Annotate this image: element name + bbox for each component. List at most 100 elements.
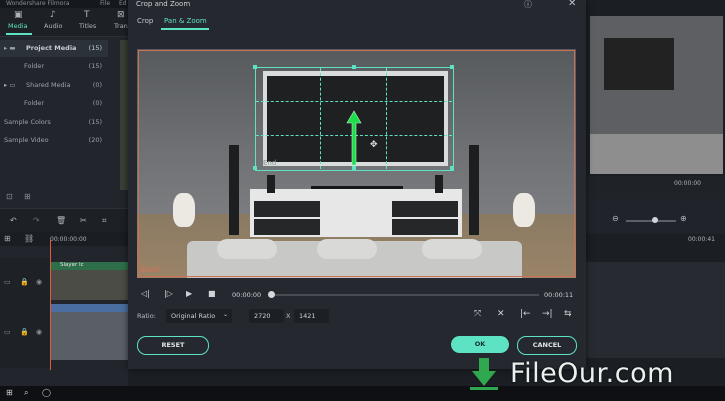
- start-icon[interactable]: ⊞: [6, 388, 13, 397]
- play-frame-icon[interactable]: |▷: [164, 289, 173, 298]
- menu-edit[interactable]: Ed: [119, 0, 127, 7]
- active-tab-indicator: [6, 33, 32, 35]
- library-item-count: (15): [88, 62, 102, 70]
- zoom-out-icon[interactable]: ⊖: [612, 214, 619, 223]
- grid-line: [320, 68, 321, 169]
- step-back-icon[interactable]: ◁|: [141, 289, 150, 298]
- zoom-slider-knob[interactable]: [652, 217, 658, 223]
- timeline-clip-2[interactable]: [50, 304, 128, 360]
- text-icon[interactable]: T: [84, 10, 90, 20]
- redo-icon[interactable]: ↷: [33, 216, 40, 225]
- active-tab-indicator: [161, 28, 209, 30]
- timeline-toolbar: ↶ ↷ 🗑 ✂ ⌗: [0, 208, 128, 233]
- width-field[interactable]: 2720: [249, 309, 284, 323]
- playhead[interactable]: [50, 240, 51, 370]
- resize-handle[interactable]: [450, 166, 454, 170]
- library-item-folder-2[interactable]: Folder (0): [0, 95, 108, 112]
- dialog-tabs: Crop Pan & Zoom: [128, 14, 586, 30]
- zoom-in-icon[interactable]: ⊕: [680, 214, 687, 223]
- play-icon[interactable]: ▶: [186, 289, 192, 298]
- ratio-value: Original Ratio: [171, 312, 216, 320]
- import-folder-icon[interactable]: ⊞: [24, 192, 31, 201]
- grid-line: [386, 68, 387, 169]
- media-thumbnail[interactable]: [120, 40, 128, 190]
- resize-handle[interactable]: [253, 65, 257, 69]
- lock-icon[interactable]: 🔒: [20, 278, 29, 286]
- crop-icon[interactable]: ⌗: [102, 216, 107, 226]
- task-view-icon[interactable]: ◯: [42, 388, 51, 397]
- playback-scrubber[interactable]: [269, 294, 539, 296]
- timecode-start: 00:00:00:00: [50, 236, 87, 243]
- media-icon[interactable]: ▣: [14, 10, 23, 20]
- end-time: 00:00:11: [544, 291, 574, 299]
- undo-icon[interactable]: ↶: [10, 216, 17, 225]
- video-track-icon[interactable]: ▭: [4, 278, 11, 286]
- transition-icon[interactable]: ⊠: [117, 10, 125, 20]
- align-start-icon[interactable]: |←: [520, 309, 531, 319]
- library-item-count: (0): [92, 99, 102, 107]
- close-icon[interactable]: ✕: [568, 0, 578, 10]
- tab-audio[interactable]: Audio: [44, 22, 62, 30]
- library-item-shared-media[interactable]: ▸ ▭ Shared Media (0): [0, 77, 108, 94]
- resize-handle[interactable]: [450, 65, 454, 69]
- ok-button[interactable]: OK: [451, 336, 509, 353]
- cut-icon[interactable]: ✂: [80, 216, 87, 225]
- timecode-right-2: 00:00:41: [688, 236, 715, 243]
- clip-header: Slayer Ic: [50, 262, 128, 270]
- stop-icon[interactable]: ■: [208, 289, 216, 298]
- preview-floor: [590, 134, 723, 174]
- app-title-bar: Wondershare Filmora File Ed: [0, 0, 128, 8]
- current-time: 00:00:00: [232, 291, 262, 299]
- swap-icon[interactable]: ⇆: [564, 309, 572, 319]
- height-value: 1421: [299, 312, 316, 320]
- move-cursor-icon: ✥: [370, 140, 378, 150]
- tab-crop[interactable]: Crop: [137, 17, 153, 25]
- scrubber-knob[interactable]: [268, 291, 275, 298]
- search-icon[interactable]: ⌕: [24, 388, 28, 398]
- lock-icon[interactable]: 🔒: [20, 328, 29, 336]
- reset-button[interactable]: RESET: [137, 336, 209, 355]
- menu-file[interactable]: File: [100, 0, 110, 7]
- watermark: FileOur.com: [470, 356, 720, 396]
- help-icon[interactable]: ⓘ: [524, 0, 534, 9]
- library-item-label: Sample Colors: [4, 118, 51, 126]
- crop-preview[interactable]: ✥ End Start: [137, 49, 576, 278]
- zoom-slider[interactable]: [626, 220, 676, 222]
- tab-media[interactable]: Media: [8, 22, 28, 30]
- music-note-icon[interactable]: ♪: [50, 10, 56, 20]
- app-title: Wondershare Filmora: [6, 0, 70, 7]
- cancel-button[interactable]: CANCEL: [517, 336, 577, 355]
- library-item-project-media[interactable]: ▸ ▬ Project Media (15): [0, 40, 108, 57]
- chevron-down-icon: ⌄: [222, 311, 228, 318]
- tab-pan-zoom[interactable]: Pan & Zoom: [164, 17, 207, 25]
- swap-frames-icon[interactable]: ✕: [497, 309, 505, 319]
- track-headers: ▭ 🔒 ◉ ▭ 🔒 ◉: [0, 258, 50, 368]
- timeline-ruler[interactable]: ⊞ ⛓ 00:00:00:00: [0, 232, 128, 246]
- tab-titles[interactable]: Titles: [79, 22, 96, 30]
- library-item-count: (20): [88, 136, 102, 144]
- new-folder-icon[interactable]: ⊡: [6, 192, 13, 201]
- ratio-dropdown[interactable]: Original Ratio ⌄: [166, 309, 232, 323]
- eye-icon[interactable]: ◉: [36, 278, 42, 286]
- align-end-icon[interactable]: →|: [542, 309, 553, 319]
- library-item-sample-video[interactable]: Sample Video (20): [0, 132, 108, 149]
- add-track-icon[interactable]: ⊞: [4, 234, 11, 243]
- eye-icon[interactable]: ◉: [36, 328, 42, 336]
- player-preview: [590, 16, 723, 174]
- tab-transitions[interactable]: Tran: [114, 22, 128, 30]
- clip-header: [50, 304, 128, 312]
- library-item-label: Sample Video: [4, 136, 49, 144]
- resize-handle[interactable]: [253, 166, 257, 170]
- link-icon[interactable]: ⛓: [24, 234, 34, 243]
- preview-tv: [604, 38, 674, 90]
- library-item-label: Folder: [24, 99, 45, 107]
- video-track-icon[interactable]: ▭: [4, 328, 11, 336]
- timeline-tracks-right: [586, 262, 725, 358]
- resize-handle[interactable]: [352, 65, 356, 69]
- delete-icon[interactable]: 🗑: [56, 216, 66, 225]
- library-item-sample-colors[interactable]: Sample Colors (15): [0, 114, 108, 131]
- folder-icon: ▸ ▬: [4, 44, 16, 52]
- fit-icon[interactable]: ⤧: [474, 309, 481, 319]
- height-field[interactable]: 1421: [294, 309, 329, 323]
- library-item-folder[interactable]: Folder (15): [0, 58, 108, 75]
